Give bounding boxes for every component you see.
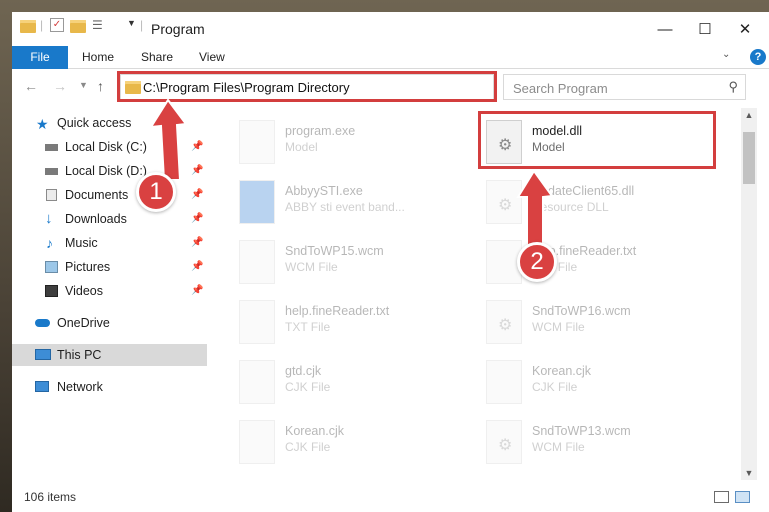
search-icon[interactable]: ⚲ <box>728 79 738 95</box>
address-highlight-box <box>117 71 497 102</box>
sidebar-item-this-pc[interactable]: This PC <box>12 344 207 366</box>
file-icon <box>239 360 275 404</box>
file-icon <box>239 420 275 464</box>
file-item[interactable]: help.fineReader.txt TXT File <box>478 238 723 292</box>
sidebar-item-pictures[interactable]: Pictures 📌 <box>12 256 207 278</box>
drive-icon <box>45 144 58 151</box>
file-icon: ⚙ <box>486 420 522 464</box>
up-arrow-icon[interactable]: ↑ <box>97 78 104 94</box>
minimize-button[interactable]: — <box>645 16 685 42</box>
computer-icon <box>35 349 51 360</box>
file-item[interactable]: ⚙ UpdateClient65.dll Resource DLL <box>478 178 723 232</box>
gear-icon: ⚙ <box>498 437 513 454</box>
dll-file-icon: ⚙ <box>486 180 522 224</box>
new-folder-icon[interactable] <box>70 20 86 33</box>
network-icon <box>35 381 49 392</box>
vertical-scrollbar[interactable]: ▲ ▼ <box>741 108 757 480</box>
file-item[interactable]: help.fineReader.txt TXT File <box>231 298 476 352</box>
tab-home[interactable]: Home <box>82 46 114 69</box>
file-icon: ⚙ <box>486 300 522 344</box>
pictures-icon <box>45 261 58 273</box>
explorer-window: | ✓ ☰ ▼ | Program — ☐ ✕ File Home Share … <box>12 12 769 512</box>
pin-icon[interactable]: 📌 <box>191 208 203 230</box>
step-badge-2: 2 <box>517 242 557 282</box>
file-icon <box>239 240 275 284</box>
title-bar: | ✓ ☰ ▼ | Program — ☐ ✕ <box>12 12 769 46</box>
scrollbar-thumb[interactable] <box>743 132 755 184</box>
download-icon: ↓ <box>45 210 53 227</box>
file-item[interactable]: ⚙ SndToWP13.wcm WCM File <box>478 418 723 472</box>
cloud-icon <box>35 319 50 327</box>
sidebar-item-local-disk-c[interactable]: Local Disk (C:) 📌 <box>12 136 207 158</box>
forward-arrow-icon[interactable]: → <box>53 78 67 94</box>
gear-icon: ⚙ <box>498 317 513 334</box>
separator-icon: | <box>140 18 144 32</box>
pin-icon[interactable]: 📌 <box>191 160 203 182</box>
pin-icon[interactable]: 📌 <box>191 232 203 254</box>
folder-icon[interactable] <box>20 20 36 33</box>
sidebar-item-network[interactable]: Network <box>12 376 207 398</box>
sidebar-item-local-disk-d[interactable]: Local Disk (D:) 📌 <box>12 160 207 182</box>
sidebar-item-videos[interactable]: Videos 📌 <box>12 280 207 302</box>
search-input[interactable]: Search Program ⚲ <box>503 74 746 100</box>
separator-icon: | <box>40 18 44 32</box>
file-item[interactable]: AbbyySTI.exe ABBY sti event band... <box>231 178 476 232</box>
tab-share[interactable]: Share <box>141 46 173 69</box>
tab-file[interactable]: File <box>12 46 68 69</box>
back-arrow-icon[interactable]: ← <box>24 78 38 94</box>
pin-icon[interactable]: 📌 <box>191 280 203 302</box>
music-icon: ♪ <box>46 235 53 251</box>
file-item[interactable]: gtd.cjk CJK File <box>231 358 476 412</box>
help-icon[interactable]: ? <box>750 49 766 65</box>
documents-icon <box>46 189 57 201</box>
file-item[interactable]: ⚙ SndToWP16.wcm WCM File <box>478 298 723 352</box>
exe-file-icon <box>239 120 275 164</box>
chevron-down-icon[interactable]: ▼ <box>127 18 136 28</box>
sidebar-item-onedrive[interactable]: OneDrive <box>12 312 207 334</box>
pin-icon[interactable]: 📌 <box>191 184 203 206</box>
properties-icon[interactable]: ✓ <box>50 18 64 32</box>
sidebar-item-music[interactable]: ♪ Music 📌 <box>12 232 207 254</box>
maximize-button[interactable]: ☐ <box>685 16 725 42</box>
expand-ribbon-icon[interactable]: ⌄ <box>722 49 730 60</box>
scroll-down-icon[interactable]: ▼ <box>741 468 757 478</box>
status-bar: 106 items <box>12 480 769 512</box>
file-item[interactable]: Korean.cjk CJK File <box>478 358 723 412</box>
file-item[interactable]: SndToWP15.wcm WCM File <box>231 238 476 292</box>
large-icons-view-icon[interactable] <box>735 491 750 503</box>
file-highlight-box <box>478 111 716 169</box>
videos-icon <box>45 285 58 297</box>
step-badge-1: 1 <box>136 172 176 212</box>
sidebar-item-quick-access[interactable]: ★ Quick access <box>12 112 207 134</box>
gear-icon: ⚙ <box>498 197 513 214</box>
file-icon <box>486 360 522 404</box>
file-item[interactable]: Korean.cjk CJK File <box>231 418 476 472</box>
sidebar-item-downloads[interactable]: ↓ Downloads 📌 <box>12 208 207 230</box>
drive-icon <box>45 168 58 175</box>
navigation-pane: ★ Quick access Local Disk (C:) 📌 Local D… <box>12 108 207 478</box>
window-title: Program <box>151 21 205 37</box>
star-icon: ★ <box>36 116 49 132</box>
details-view-icon[interactable] <box>714 491 729 503</box>
sidebar-item-documents[interactable]: Documents 📌 <box>12 184 207 206</box>
pin-icon[interactable]: 📌 <box>191 256 203 278</box>
pin-icon[interactable]: 📌 <box>191 136 203 158</box>
customize-icon[interactable]: ☰ <box>92 18 103 32</box>
file-icon <box>239 300 275 344</box>
recent-locations-icon[interactable]: ▼ <box>79 80 88 90</box>
close-button[interactable]: ✕ <box>725 16 765 42</box>
ribbon-tabs: File Home Share View ⌄ ? <box>12 46 769 69</box>
scroll-up-icon[interactable]: ▲ <box>741 110 757 120</box>
file-item[interactable]: program.exe Model <box>231 118 476 172</box>
exe-file-icon <box>239 180 275 224</box>
search-placeholder: Search Program <box>513 81 608 96</box>
item-count: 106 items <box>24 490 77 504</box>
tab-view[interactable]: View <box>199 46 225 69</box>
